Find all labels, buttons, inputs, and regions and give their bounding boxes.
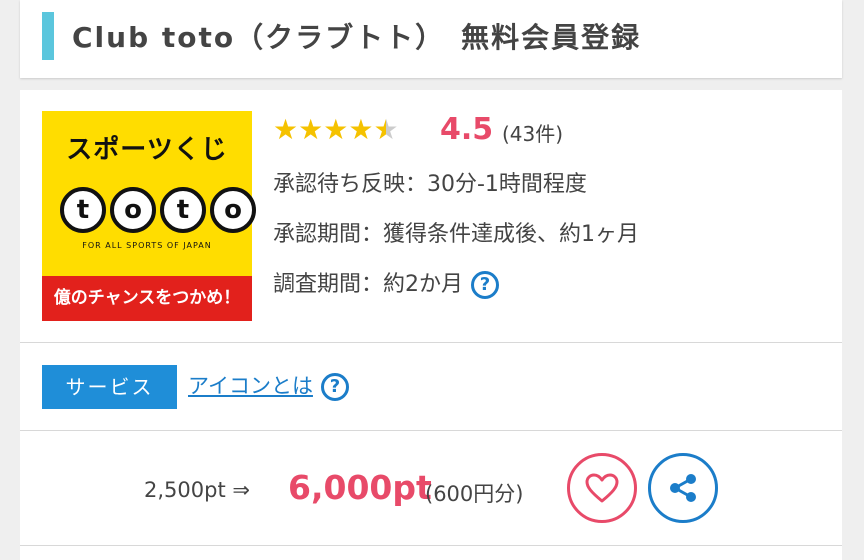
- points-yen: (600円分): [425, 482, 524, 506]
- toto-logo: スポーツくじ t o t o FOR ALL SPORTS OF JAPAN 億…: [42, 111, 256, 321]
- question-icon[interactable]: ?: [471, 271, 499, 299]
- icon-help-row: アイコンとは?: [188, 370, 349, 401]
- icon-help-link[interactable]: アイコンとは: [188, 374, 313, 398]
- star-full-icon: ★: [273, 113, 299, 146]
- title-accent-bar: [42, 12, 54, 60]
- question-icon[interactable]: ?: [320, 373, 349, 401]
- rating-value: 4.5: [440, 112, 494, 147]
- logo-top-text: スポーツくじ: [66, 135, 228, 165]
- logo-letter: o: [210, 187, 256, 233]
- page-title: Club toto（クラブトト） 無料会員登録: [72, 21, 642, 54]
- logo-sub-text: FOR ALL SPORTS OF JAPAN: [82, 241, 212, 250]
- logo-letter: o: [110, 187, 156, 233]
- logo-letter: t: [60, 187, 106, 233]
- survey-period-row: 調査期間：約2か月?: [273, 266, 499, 299]
- approval-reflect: 承認待ち反映：30分-1時間程度: [273, 172, 587, 197]
- logo-bottom-text: 億のチャンスをつかめ！: [42, 276, 252, 321]
- approval-period: 承認期間：獲得条件達成後、約1ヶ月: [273, 222, 639, 247]
- offer-card: スポーツくじ t o t o FOR ALL SPORTS OF JAPAN 億…: [20, 90, 842, 560]
- title-card: Club toto（クラブトト） 無料会員登録: [20, 0, 842, 78]
- divider: [20, 545, 842, 546]
- share-icon: [670, 474, 696, 502]
- logo-letter: t: [160, 187, 206, 233]
- share-button[interactable]: [648, 453, 718, 523]
- star-full-icon: ★: [323, 113, 349, 146]
- star-full-icon: ★: [348, 113, 374, 146]
- rating-stars: ★ ★ ★ ★ ★: [273, 114, 399, 146]
- favorite-button[interactable]: [567, 453, 637, 523]
- heart-icon: [585, 473, 619, 503]
- points-amount: 6,000pt: [288, 468, 432, 507]
- divider: [20, 430, 842, 431]
- logo-toto-letters: t o t o: [60, 187, 256, 233]
- divider: [20, 342, 842, 343]
- points-base: 2,500pt ⇒: [144, 478, 250, 502]
- service-tag: サービス: [42, 365, 177, 409]
- star-full-icon: ★: [298, 113, 324, 146]
- star-half-icon: ★: [373, 113, 399, 146]
- rating-count: (43件): [502, 122, 564, 146]
- survey-period: 調査期間：約2か月: [273, 272, 463, 297]
